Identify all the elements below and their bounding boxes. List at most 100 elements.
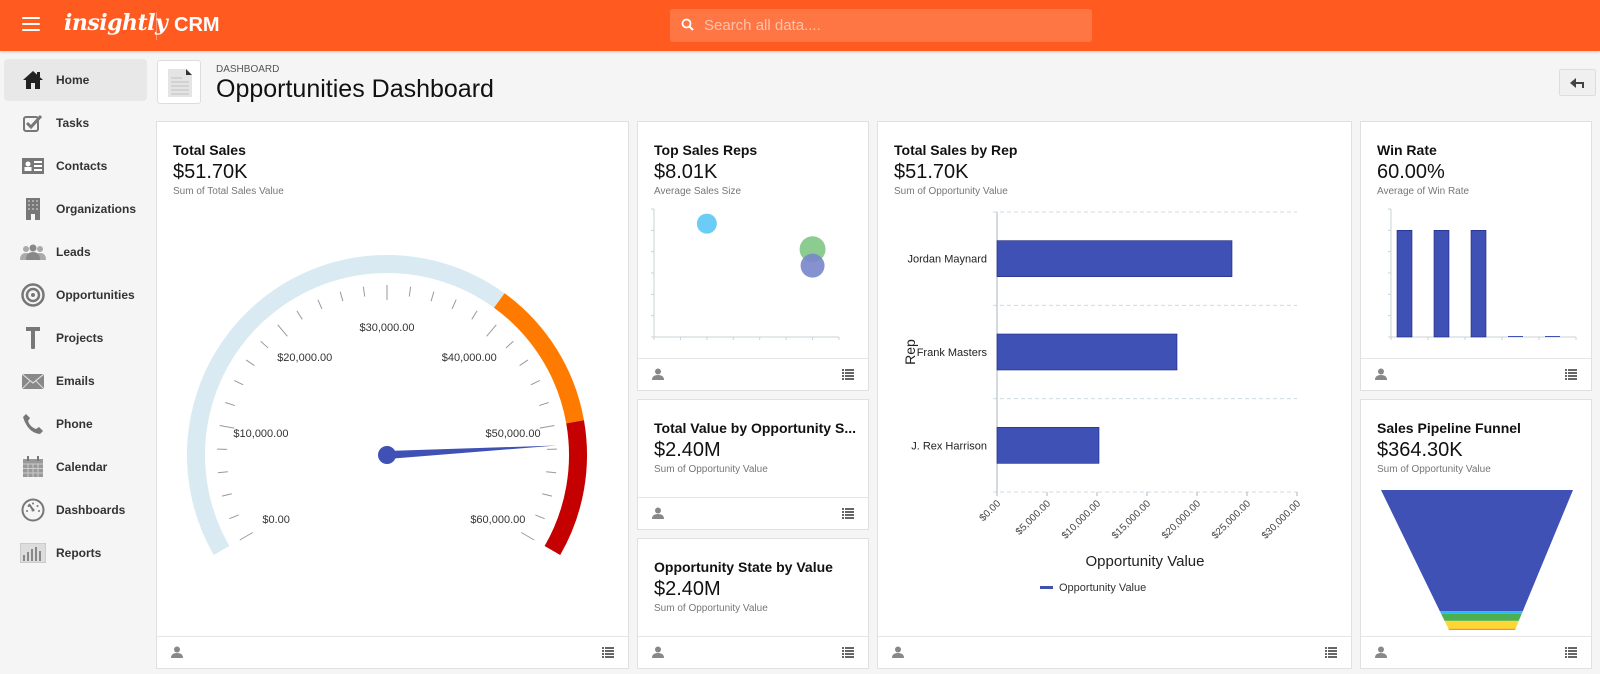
gauge-major-tick [219,424,235,429]
sidebar-item-label: Phone [56,417,93,431]
card-footer [157,636,628,668]
card-title[interactable]: Total Sales by Rep [894,142,1017,158]
card-subtitle: Sum of Opportunity Value [654,603,768,614]
gauge-minor-tick [296,310,303,320]
card-footer [1361,636,1591,668]
card-title[interactable]: Total Sales [173,142,246,158]
funnel-stage [1448,628,1516,630]
card-title[interactable]: Opportunity State by Value [654,559,833,575]
list-icon[interactable] [1325,647,1337,658]
x-tick-label: $25,000.00 [1210,498,1253,541]
list-icon[interactable] [842,369,854,380]
gauge-tick-label: $0.00 [262,514,290,526]
sidebar-item-tasks[interactable]: Tasks [4,102,147,144]
card-footer [638,358,868,390]
gauge-tick-label: $50,000.00 [486,428,541,440]
document-icon [157,60,201,104]
user-icon[interactable] [652,646,664,658]
card-title[interactable]: Sales Pipeline Funnel [1377,420,1521,436]
list-icon[interactable] [1565,369,1577,380]
sidebar-item-dashboards[interactable]: Dashboards [4,489,147,531]
card-value: $51.70K [894,161,969,183]
gauge-band [187,255,505,555]
envelope-icon [20,369,46,393]
sidebar-item-label: Calendar [56,460,108,474]
logo[interactable]: insightly [64,10,168,36]
sidebar-item-organizations[interactable]: Organizations [4,188,147,230]
sidebar-item-label: Projects [56,331,104,345]
search-icon [681,18,694,31]
sidebar-item-contacts[interactable]: Contacts [4,145,147,187]
sidebar-item-home[interactable]: Home [4,59,147,101]
x-tick-label: $15,000.00 [1110,498,1153,541]
gauge-major-tick [486,324,497,337]
gauge-tick-label: $60,000.00 [470,514,525,526]
user-icon[interactable] [652,507,664,519]
card-footer [638,636,868,668]
x-tick-label: $0.00 [978,498,1004,524]
user-icon[interactable] [171,646,183,658]
user-icon[interactable] [1375,646,1387,658]
y-axis-label: Rep [902,339,918,365]
card-subtitle: Average of Win Rate [1377,186,1470,197]
card-title[interactable]: Top Sales Reps [654,142,757,158]
gauge-major-tick [539,424,555,429]
gauge-needle-hub [378,446,396,464]
legend-swatch [1040,586,1053,589]
sidebar-item-reports[interactable]: Reports [4,532,147,574]
gauge-minor-tick [217,471,228,474]
gauge-minor-tick [362,286,366,297]
card-title[interactable]: Total Value by Opportunity S... [654,420,859,436]
gauge-minor-tick [221,493,232,497]
search-box[interactable] [670,9,1092,42]
sidebar-item-calendar[interactable]: Calendar [4,446,147,488]
sidebar-item-projects[interactable]: Projects [4,317,147,359]
legend-label: Opportunity Value [1059,582,1146,594]
card-title[interactable]: Win Rate [1377,142,1437,158]
bar [1396,230,1413,338]
user-icon[interactable] [1375,368,1387,380]
gauge-major-tick [520,532,535,541]
x-tick-label: $20,000.00 [1160,498,1203,541]
list-icon[interactable] [842,508,854,519]
gauge-minor-tick [225,401,235,407]
bar [1508,336,1523,337]
x-tick-label: $5,000.00 [1014,498,1054,538]
sidebar-item-leads[interactable]: Leads [4,231,147,273]
card-total-sales: Total Sales $51.70K Sum of Total Sales V… [156,121,629,669]
search-input[interactable] [704,9,1084,42]
gauge-minor-tick [542,493,553,497]
sidebar-item-opportunities[interactable]: Opportunities [4,274,147,316]
list-icon[interactable] [842,647,854,658]
gauge-chart: $0.00 $10,000.00 $20,000.00 $30,000.00 $40,0… [187,255,587,555]
building-icon [20,197,46,221]
gauge-minor-tick [229,514,239,520]
card-value: $2.40M [654,439,721,461]
x-tick-label: $30,000.00 [1260,498,1303,541]
hamburger-icon[interactable] [22,17,40,31]
funnel-stage [1444,620,1519,629]
category-label: Jordan Maynard [908,254,988,266]
funnel-stage [1439,611,1523,614]
user-icon[interactable] [892,646,904,658]
gauge-tick-label: $30,000.00 [359,322,414,334]
gauge-tick-label: $40,000.00 [442,352,497,364]
list-icon[interactable] [602,647,614,658]
gauge-minor-tick [408,286,412,297]
gauge-minor-tick [317,299,323,310]
home-icon [20,68,46,92]
gauge-minor-tick [535,514,545,520]
list-icon[interactable] [1565,647,1577,658]
gauge-major-tick [239,532,254,541]
user-icon[interactable] [652,368,664,380]
funnel-chart [1381,490,1573,630]
app-name: CRM [174,14,220,36]
sidebar-item-emails[interactable]: Emails [4,360,147,402]
gauge-minor-tick [260,340,269,349]
sidebar-item-phone[interactable]: Phone [4,403,147,445]
breadcrumb[interactable]: DASHBOARD [216,64,279,75]
card-total-value-by-stage: Total Value by Opportunity S... $2.40M S… [637,399,869,530]
tasks-icon [20,111,46,135]
hammer-icon [20,326,46,350]
back-button[interactable] [1559,69,1596,96]
